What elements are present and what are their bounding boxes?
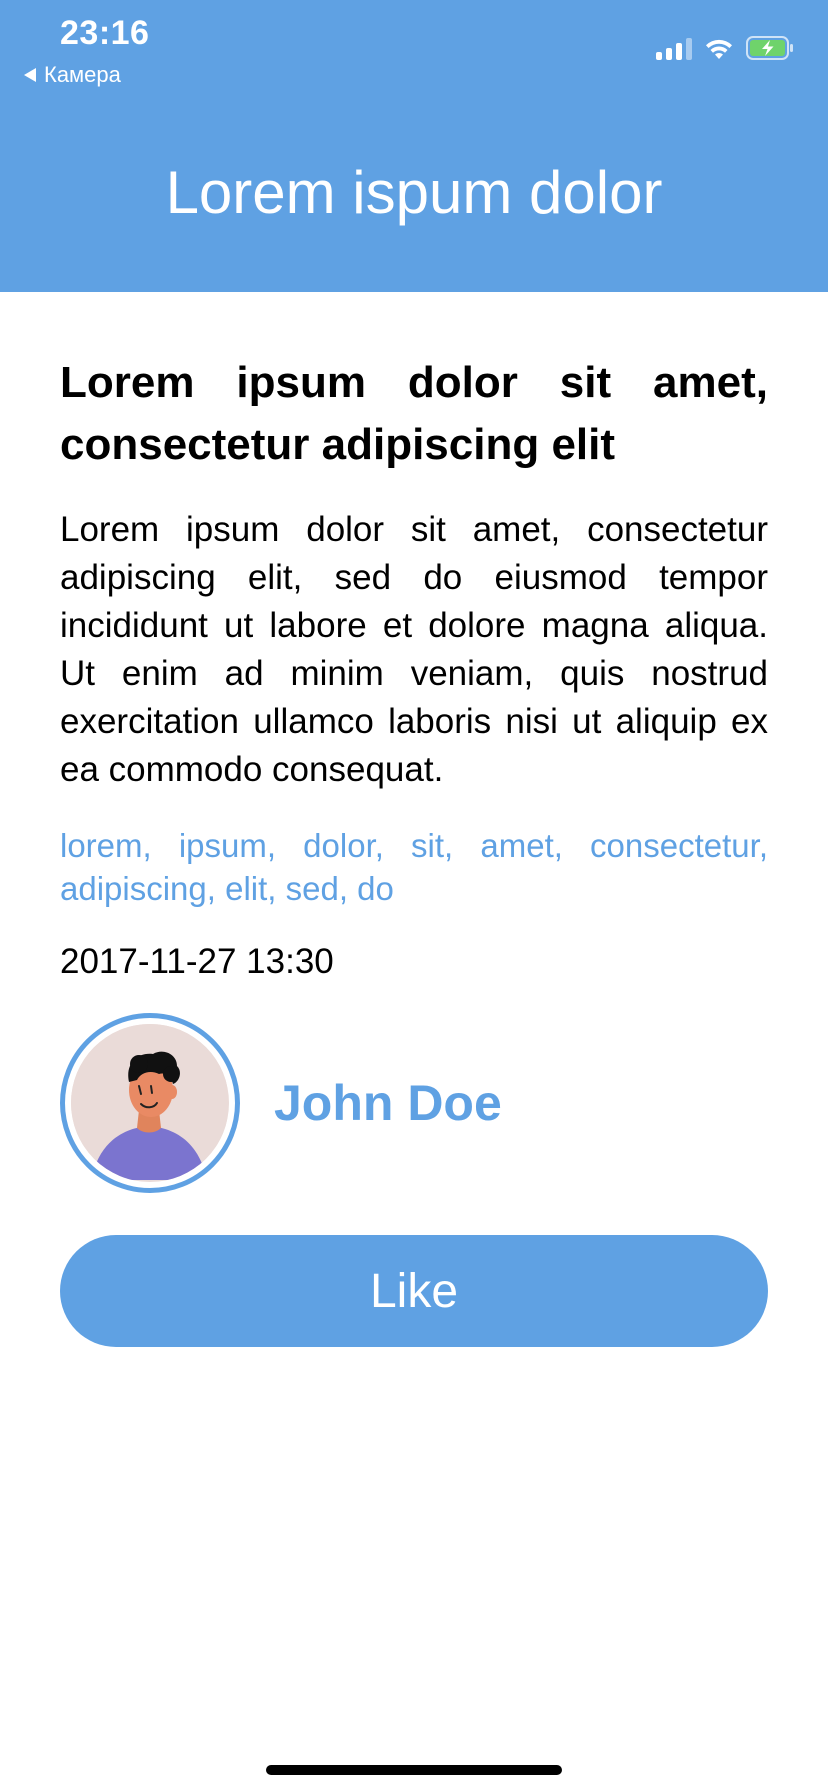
- screen: 23:16 Камера Lorem ispum dolor Lorem ips…: [0, 0, 828, 1792]
- avatar-illustration: [71, 1024, 229, 1182]
- author-name[interactable]: John Doe: [274, 1074, 502, 1132]
- nav-title: Lorem ispum dolor: [165, 159, 663, 226]
- wifi-icon: [704, 38, 734, 60]
- avatar[interactable]: [60, 1013, 240, 1193]
- back-link-label: Камера: [44, 62, 121, 87]
- battery-charging-icon: [746, 36, 794, 60]
- status-icons: [656, 36, 794, 60]
- back-to-camera-link[interactable]: Камера: [24, 62, 121, 88]
- article-body: Lorem ipsum dolor sit amet, consectetur …: [60, 510, 768, 789]
- article-content: Lorem ipsum dolor sit amet, consectetur …: [60, 352, 768, 982]
- article-tags[interactable]: lorem, ipsum, dolor, sit, amet, consecte…: [60, 824, 768, 910]
- navigation-header: 23:16 Камера Lorem ispum dolor: [0, 0, 828, 292]
- author-row[interactable]: John Doe: [60, 1013, 502, 1193]
- back-arrow-icon: [24, 68, 36, 82]
- home-indicator[interactable]: [266, 1765, 562, 1775]
- article-timestamp: 2017-11-27 13:30: [60, 942, 334, 981]
- article-title: Lorem ipsum dolor sit amet, consectetur …: [60, 358, 768, 469]
- cellular-signal-icon: [656, 38, 692, 60]
- like-button[interactable]: Like: [60, 1235, 768, 1347]
- status-time: 23:16: [60, 14, 150, 52]
